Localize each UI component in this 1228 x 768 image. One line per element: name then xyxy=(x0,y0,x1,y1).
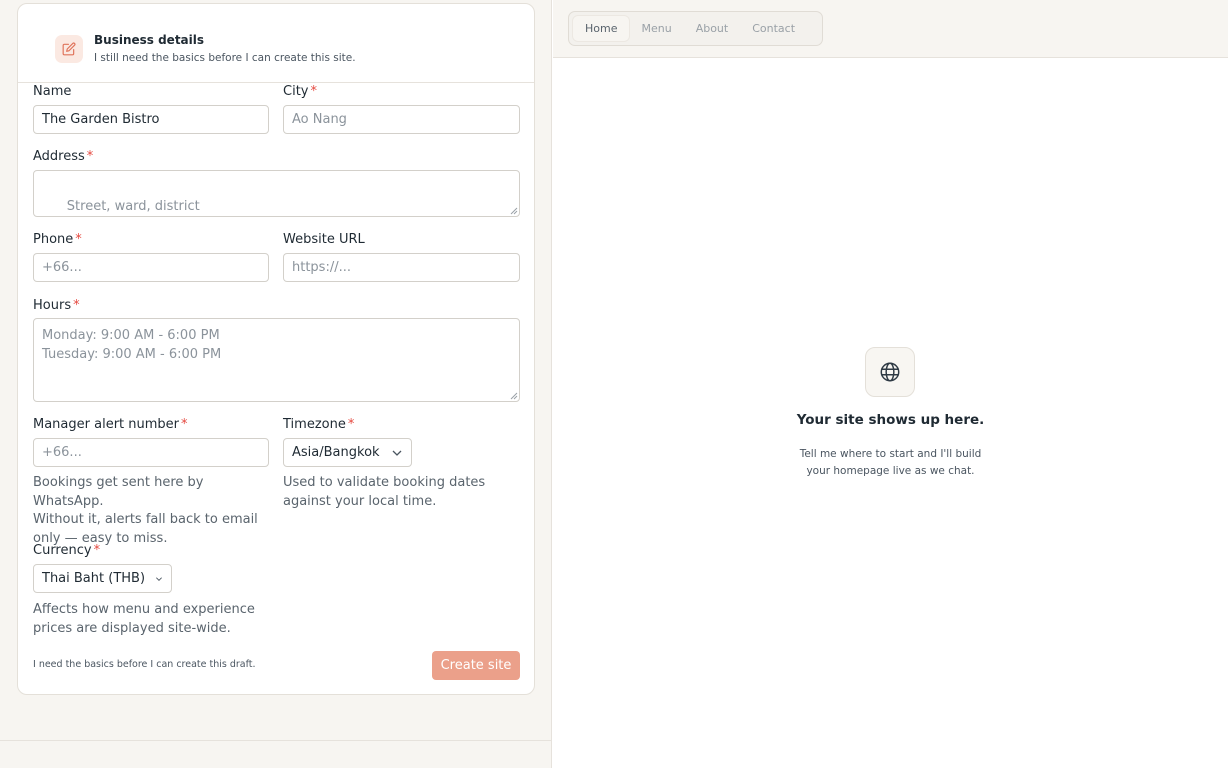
site-preview-pane: Home Menu About Contact Your site shows … xyxy=(553,0,1228,768)
preview-nav: Home Menu About Contact xyxy=(568,11,823,46)
empty-state-text: Tell me where to start and I'll build yo… xyxy=(799,448,982,477)
name-label: Name xyxy=(33,84,72,99)
resize-grip-icon[interactable] xyxy=(510,207,518,215)
hours-textarea[interactable]: Monday: 9:00 AM - 6:00 PM Tuesday: 9:00 A… xyxy=(33,318,520,402)
hours-label: Hours * xyxy=(33,298,80,313)
empty-state-title: Your site shows up here. xyxy=(796,412,985,428)
pencil-edit-icon xyxy=(55,35,83,63)
phone-label: Phone * xyxy=(33,232,82,247)
manager-alert-label: Manager alert number * xyxy=(33,417,188,432)
preview-topbar: Home Menu About Contact xyxy=(553,0,1228,58)
city-label: City * xyxy=(283,84,317,99)
nav-item-menu[interactable]: Menu xyxy=(629,16,683,41)
nav-item-contact[interactable]: Contact xyxy=(740,16,807,41)
currency-label: Currency * xyxy=(33,543,101,558)
business-details-card: Business details I still need the basics… xyxy=(17,3,535,695)
timezone-value: Asia/Bangkok xyxy=(292,445,380,460)
manager-alert-help: Bookings get sent here by WhatsApp. With… xyxy=(33,475,258,546)
hours-placeholder-line: Monday: 9:00 AM - 6:00 PM xyxy=(42,328,220,343)
timezone-select[interactable]: Asia/Bangkok xyxy=(283,438,412,467)
address-label: Address * xyxy=(33,149,94,164)
currency-help: Affects how menu and experience prices a… xyxy=(33,602,255,636)
website-label: Website URL xyxy=(283,232,365,247)
resize-grip-icon[interactable] xyxy=(510,392,518,400)
card-subtitle: I still need the basics before I can cre… xyxy=(94,52,356,64)
chevron-down-icon xyxy=(156,576,162,581)
business-details-pane: Business details I still need the basics… xyxy=(0,0,552,768)
currency-select[interactable]: Thai Baht (THB) xyxy=(33,564,172,593)
card-header: Business details I still need the basics… xyxy=(18,4,534,83)
globe-icon xyxy=(865,347,915,397)
card-title: Business details xyxy=(94,33,205,47)
address-textarea[interactable]: Street, ward, district xyxy=(33,170,520,217)
chevron-down-icon xyxy=(392,450,402,456)
currency-value: Thai Baht (THB) xyxy=(42,571,146,586)
hours-placeholder-line: Tuesday: 9:00 AM - 6:00 PM xyxy=(42,347,222,362)
create-site-button[interactable]: Create site xyxy=(432,651,520,680)
phone-input[interactable]: +66... xyxy=(33,253,269,282)
timezone-help: Used to validate booking dates against y… xyxy=(283,475,486,509)
website-input[interactable]: https://... xyxy=(283,253,520,282)
divider xyxy=(0,740,552,741)
manager-alert-input[interactable]: +66... xyxy=(33,438,269,467)
name-input[interactable]: The Garden Bistro xyxy=(33,105,269,134)
footer-note: I need the basics before I can create th… xyxy=(33,659,256,670)
nav-item-about[interactable]: About xyxy=(684,16,741,41)
timezone-label: Timezone * xyxy=(283,417,355,432)
city-input[interactable]: Ao Nang xyxy=(283,105,520,134)
nav-item-home[interactable]: Home xyxy=(573,16,630,41)
